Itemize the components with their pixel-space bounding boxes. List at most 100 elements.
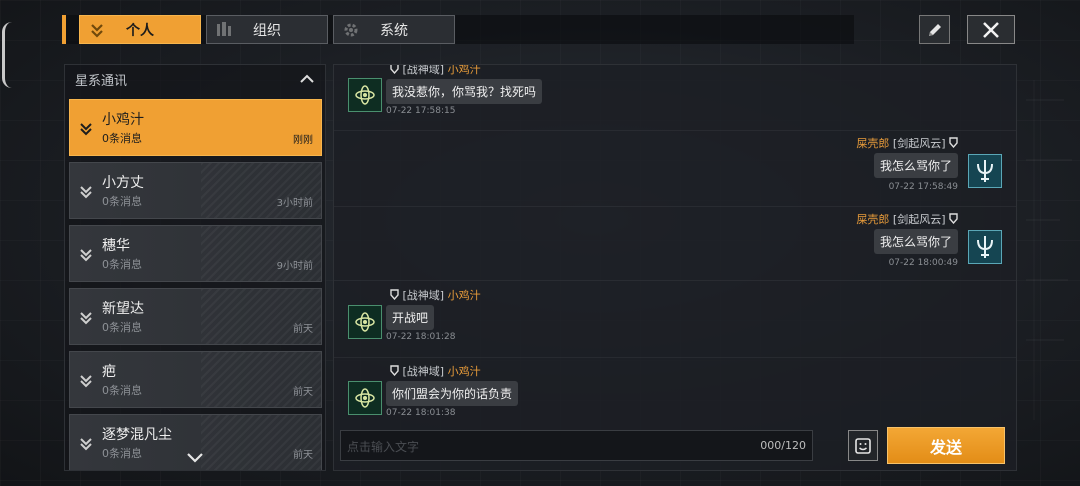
send-button[interactable]: 发送 — [887, 427, 1005, 464]
contact-name: 小方丈 — [102, 175, 144, 191]
download-arrow-icon — [80, 249, 92, 262]
emblem-icon — [355, 312, 375, 332]
message-divider — [334, 280, 1016, 281]
edit-button[interactable] — [919, 15, 950, 44]
contact-item[interactable]: 疤 0条消息 前天 — [69, 351, 322, 408]
tab-label: 系统 — [380, 22, 408, 39]
sender-name: 小鸡汁 — [447, 289, 481, 302]
trident-emblem-icon — [977, 236, 993, 258]
contact-item[interactable]: 小方丈 0条消息 3小时前 — [69, 162, 322, 219]
message-timestamp: 07-22 17:58:49 — [888, 182, 958, 192]
input-placeholder: 点击输入文字 — [347, 440, 420, 454]
stripe-decoration — [201, 289, 321, 344]
tab-personal[interactable]: 个人 — [79, 15, 201, 44]
contact-name: 穗华 — [102, 238, 130, 254]
shield-icon — [949, 137, 958, 148]
left-edge-arc — [2, 22, 15, 88]
stripe-decoration — [201, 415, 321, 470]
contact-message-count: 0条消息 — [102, 321, 142, 334]
shield-icon — [390, 65, 399, 74]
download-arrow-icon — [80, 375, 92, 388]
message-sender: [战神域] 小鸡汁 — [390, 363, 481, 379]
contact-time: 3小时前 — [276, 198, 313, 209]
message-timestamp: 07-22 18:01:28 — [386, 332, 456, 342]
sender-name: 小鸡汁 — [447, 64, 481, 76]
contact-message-count: 0条消息 — [102, 132, 142, 145]
message-timestamp: 07-22 18:01:38 — [386, 408, 456, 418]
download-arrow-icon — [80, 312, 92, 325]
contact-time: 9小时前 — [276, 261, 313, 272]
tab-accent-stripe — [62, 15, 66, 44]
tab-organization[interactable]: 组织 — [206, 15, 328, 44]
contact-message-count: 0条消息 — [102, 447, 142, 460]
contact-time: 前天 — [293, 450, 313, 461]
download-arrow-icon — [80, 186, 92, 199]
stripe-decoration — [201, 163, 321, 218]
emblem-icon — [355, 85, 375, 105]
contact-list-header: 星系通讯 — [65, 65, 325, 93]
chevron-down-icon[interactable] — [185, 450, 205, 464]
avatar[interactable] — [348, 78, 382, 112]
tab-label: 组织 — [253, 22, 281, 39]
message-sender: 屎壳郎 [剑起风云] — [856, 211, 958, 227]
message-bubble: 开战吧 — [386, 305, 435, 330]
message-bubble: 我怎么骂你了 — [873, 153, 958, 178]
tab-system[interactable]: 系统 — [333, 15, 455, 44]
emoji-button[interactable] — [848, 430, 878, 461]
message-divider — [334, 130, 1016, 131]
download-arrow-icon — [80, 123, 92, 136]
chevron-up-icon — [300, 74, 314, 83]
message-sender: 屎壳郎 [剑起风云] — [856, 135, 958, 151]
download-arrow-icon — [80, 438, 92, 451]
message-bubble: 我没惹你，你骂我？找死吗 — [386, 79, 543, 104]
trident-emblem-icon — [977, 160, 993, 182]
sender-name: 小鸡汁 — [447, 365, 481, 378]
message-timestamp: 07-22 17:58:15 — [386, 106, 456, 116]
guild-tag: [战神域] — [402, 365, 445, 378]
avatar[interactable] — [348, 305, 382, 339]
panel-title: 星系通讯 — [75, 73, 128, 89]
top-tab-bar: 个人 组织 系统 — [62, 15, 854, 44]
contact-time: 前天 — [293, 324, 313, 335]
avatar[interactable] — [968, 230, 1002, 264]
message-input[interactable]: 点击输入文字 000/120 — [340, 430, 813, 461]
sender-name: 屎壳郎 — [856, 137, 890, 150]
close-icon — [983, 21, 999, 38]
contact-name: 新望达 — [102, 301, 144, 317]
contact-item[interactable]: 穗华 0条消息 9小时前 — [69, 225, 322, 282]
contact-item[interactable]: 新望达 0条消息 前天 — [69, 288, 322, 345]
emoji-icon — [855, 437, 871, 454]
guild-tag: [剑起风云] — [892, 137, 946, 150]
sender-name: 屎壳郎 — [856, 213, 890, 226]
message-timestamp: 07-22 18:00:49 — [888, 258, 958, 268]
download-arrow-icon — [91, 24, 103, 38]
guild-tag: [战神域] — [402, 64, 445, 76]
message-sender: [战神域] 小鸡汁 — [390, 287, 481, 303]
message-bubble: 你们盟会为你的话负责 — [386, 381, 519, 406]
shield-icon — [390, 289, 399, 300]
message-bubble: 我怎么骂你了 — [873, 229, 958, 254]
avatar[interactable] — [348, 381, 382, 415]
close-button[interactable] — [967, 15, 1015, 44]
stripe-decoration — [201, 352, 321, 407]
collapse-button[interactable] — [297, 70, 317, 88]
gear-icon — [344, 23, 358, 37]
contact-time: 前天 — [293, 387, 313, 398]
chat-panel: [战神域] 小鸡汁 我没惹你，你骂我？找死吗 07-22 17:58:15 屎壳… — [333, 64, 1017, 471]
contact-message-count: 0条消息 — [102, 195, 142, 208]
shield-icon — [949, 213, 958, 224]
contact-name: 小鸡汁 — [102, 112, 144, 128]
avatar[interactable] — [968, 154, 1002, 188]
stripe-decoration — [201, 226, 321, 281]
contact-time: 刚刚 — [293, 135, 313, 146]
message-divider — [334, 357, 1016, 358]
shield-icon — [390, 365, 399, 376]
contact-item[interactable]: 小鸡汁 0条消息 刚刚 — [69, 99, 322, 156]
tab-label: 个人 — [126, 22, 154, 39]
contact-list-panel: 星系通讯 小鸡汁 0条消息 刚刚 小方丈 0条消息 3小时前 穗华 0条消息 9… — [64, 64, 326, 471]
contact-message-count: 0条消息 — [102, 258, 142, 271]
contact-message-count: 0条消息 — [102, 384, 142, 397]
contact-name: 疤 — [102, 364, 116, 380]
guild-tag: [战神域] — [402, 289, 445, 302]
message-divider — [334, 206, 1016, 207]
